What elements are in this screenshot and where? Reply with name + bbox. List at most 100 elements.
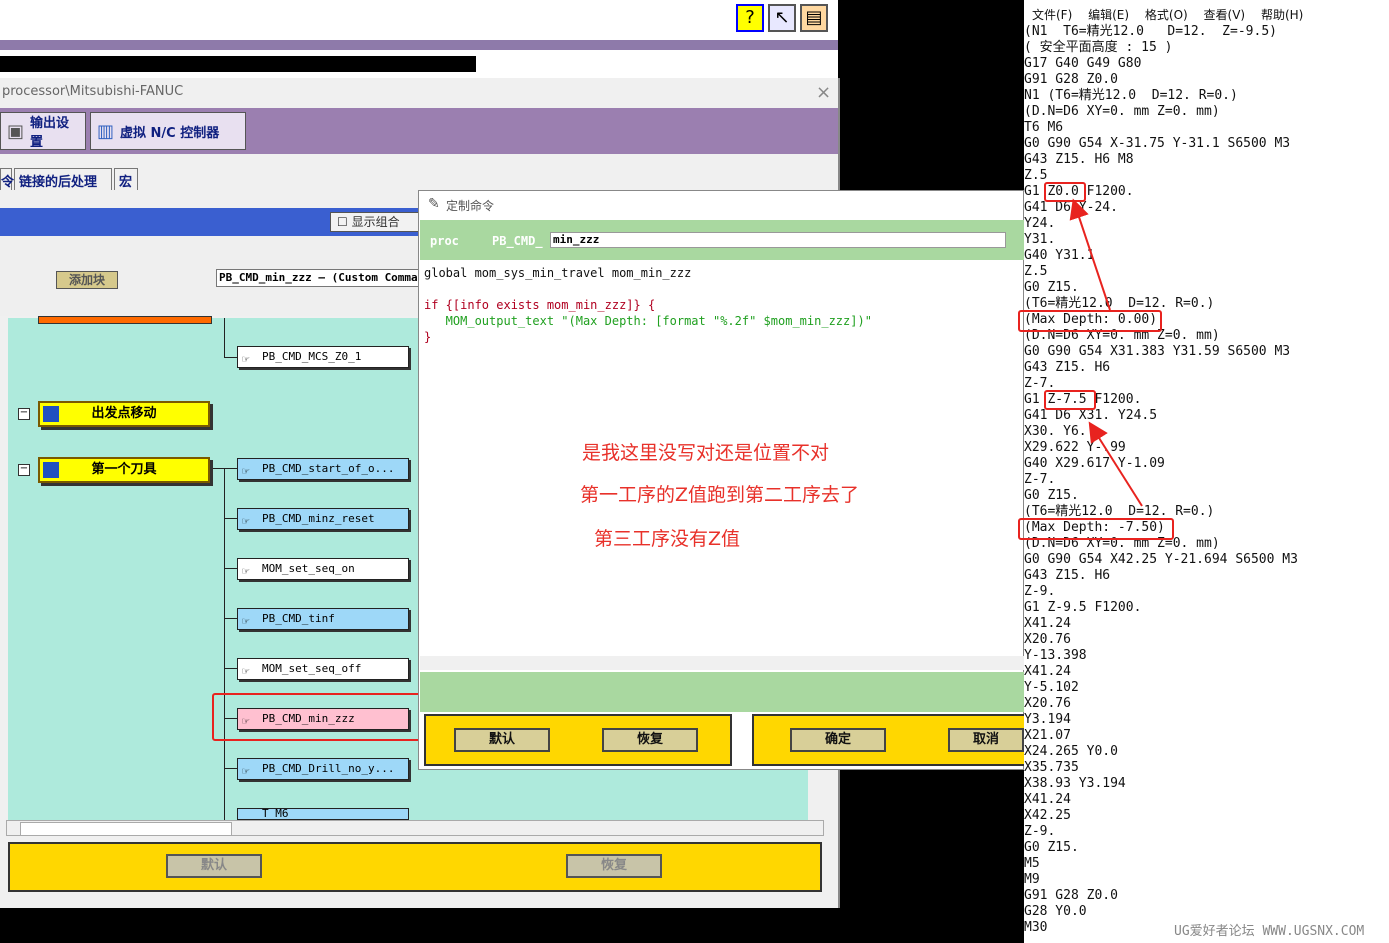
tree-node[interactable]: T_M6 <box>237 808 409 820</box>
nc-line: G43 Z15. H6 M8 <box>1024 152 1134 167</box>
tree-node[interactable]: ☞ PB_CMD_minz_reset <box>237 508 409 530</box>
nc-line: X24.265 Y0.0 <box>1024 744 1118 759</box>
tab-macro[interactable]: 宏 <box>114 168 138 190</box>
proc-name-input[interactable]: min_zzz <box>550 232 1006 248</box>
arrow <box>1088 421 1143 507</box>
nc-line: Z-9. <box>1024 584 1056 599</box>
dialog-horizontal-scrollbar[interactable] <box>420 656 1024 670</box>
menu-bar: 文件(F) 编辑(E) 格式(O) 查看(V) 帮助(H) <box>1024 6 1307 24</box>
book-icon[interactable]: ▤ <box>800 4 828 32</box>
tab-commands[interactable]: 令 <box>0 168 14 190</box>
tree-line <box>224 668 238 669</box>
nc-line: G91 G28 Z0.0 <box>1024 72 1118 87</box>
nc-line: Y-13.398 <box>1024 648 1087 663</box>
output-settings-label: 输出设置 <box>30 116 70 150</box>
nc-line: ( 安全平面高度 : 15 ) <box>1024 40 1173 55</box>
default-button[interactable]: 默认 <box>166 854 262 878</box>
feather-icon: ✎ <box>428 196 440 212</box>
event-first-tool[interactable]: 第一个刀具 <box>38 457 210 483</box>
node-label: PB_CMD_MCS_Z0_1 <box>262 350 362 363</box>
output-settings-button[interactable]: ▣ 输出设置 <box>0 112 86 150</box>
tree-line <box>224 568 238 569</box>
tree-line <box>224 518 238 519</box>
nc-line: G0 Z15. <box>1024 840 1079 855</box>
event-node-partial[interactable] <box>38 316 212 324</box>
hand-icon: ☞ <box>242 464 250 478</box>
hand-icon: ☞ <box>242 614 250 628</box>
nc-line: X35.735 <box>1024 760 1079 775</box>
tree-node[interactable]: ☞ PB_CMD_start_of_o... <box>237 458 409 480</box>
help-question-icon[interactable]: ? <box>736 4 764 32</box>
tree-node[interactable]: ☞ PB_CMD_Drill_no_y... <box>237 758 409 780</box>
tree-node[interactable]: ☞ MOM_set_seq_off <box>237 658 409 680</box>
event-start-move[interactable]: 出发点移动 <box>38 401 210 427</box>
tree-line <box>210 468 238 469</box>
tree-line <box>224 318 225 358</box>
tree-node[interactable]: ☞ PB_CMD_tinf <box>237 608 409 630</box>
nc-line: M9 <box>1024 872 1040 887</box>
tree-line <box>224 618 238 619</box>
nc-line: X41.24 <box>1024 792 1071 807</box>
add-block-button[interactable]: 添加块 <box>56 271 118 289</box>
hand-icon: ☞ <box>242 514 250 528</box>
dialog-footer-bar <box>420 672 1024 712</box>
machine-icon: ▥ <box>97 120 115 142</box>
code-line[interactable]: MOM_output_text "(Max Depth: [format "%.… <box>424 314 872 328</box>
dialog-title: 定制命令 <box>446 199 495 213</box>
menu-format[interactable]: 格式(O) <box>1145 8 1188 22</box>
nc-line: Z-9. <box>1024 824 1056 839</box>
proc-prefix: PB_CMD_ <box>492 234 543 248</box>
node-label: PB_CMD_tinf <box>262 612 335 625</box>
watermark: UG爱好者论坛 WWW.UGSNX.COM <box>1174 924 1365 939</box>
highlight-box <box>212 693 424 741</box>
dialog-restore-button[interactable]: 恢复 <box>602 728 698 752</box>
menu-file[interactable]: 文件(F) <box>1032 8 1072 22</box>
tree-node[interactable]: ☞ MOM_set_seq_on <box>237 558 409 580</box>
whats-this-icon[interactable]: ↖ <box>768 4 796 32</box>
close-icon[interactable]: × <box>816 82 831 103</box>
restore-button[interactable]: 恢复 <box>566 854 662 878</box>
menu-help[interactable]: 帮助(H) <box>1261 8 1303 22</box>
event-label: 出发点移动 <box>91 406 157 421</box>
tab-linked-posts[interactable]: 链接的后处理 <box>14 168 112 190</box>
nc-line: T6 M6 <box>1024 120 1064 135</box>
nc-line: Y-5.102 <box>1024 680 1079 695</box>
nc-line: X38.93 Y3.194 <box>1024 776 1126 791</box>
arrow <box>1069 198 1111 311</box>
nc-line: X20.76 <box>1024 696 1071 711</box>
code-line[interactable]: if {[info exists mom_min_zzz]} { <box>424 298 655 312</box>
nc-line: G0 G90 G54 X-31.75 Y-31.1 S6500 M3 <box>1024 136 1291 151</box>
virtual-nc-button[interactable]: ▥ 虚拟 N/C 控制器 <box>90 112 246 150</box>
tree-line <box>224 357 238 358</box>
selected-command-field[interactable]: PB_CMD_min_zzz — (Custom Command) <box>216 269 420 287</box>
nc-line: N1 (T6=精光12.0 D=12. R=0.) <box>1024 88 1238 103</box>
collapse-icon[interactable]: − <box>18 408 30 420</box>
virtual-nc-label: 虚拟 N/C 控制器 <box>120 125 220 141</box>
printer-icon: ▣ <box>7 120 25 142</box>
progress-bar <box>0 56 476 72</box>
event-icon <box>43 462 59 478</box>
tree-node-mcs-z0[interactable]: ☞ PB_CMD_MCS_Z0_1 <box>237 346 409 368</box>
dialog-default-button[interactable]: 默认 <box>454 728 550 752</box>
code-line[interactable]: global mom_sys_min_travel mom_min_zzz <box>424 266 691 280</box>
nc-line: G28 Y0.0 <box>1024 904 1087 919</box>
menu-edit[interactable]: 编辑(E) <box>1088 8 1129 22</box>
nc-line: M5 <box>1024 856 1040 871</box>
nc-line: X41.24 <box>1024 664 1071 679</box>
menu-view[interactable]: 查看(V) <box>1204 8 1246 22</box>
hand-icon: ☞ <box>242 352 250 366</box>
annotation-arrows <box>1069 198 1143 507</box>
nc-line: X21.07 <box>1024 728 1071 743</box>
dialog-ok-button[interactable]: 确定 <box>790 728 886 752</box>
nc-line: G43 Z15. H6 <box>1024 568 1111 583</box>
show-combo-checkbox[interactable]: ☐ 显示组合 <box>330 212 422 232</box>
scroll-thumb[interactable] <box>20 822 232 836</box>
collapse-icon[interactable]: − <box>18 464 30 476</box>
annotation-text: 第三工序没有Z值 <box>594 528 741 550</box>
code-line[interactable]: } <box>424 330 431 344</box>
node-label: MOM_set_seq_off <box>262 662 362 675</box>
nc-line: X20.76 <box>1024 632 1071 647</box>
dialog-cancel-button[interactable]: 取消 <box>948 728 1024 752</box>
hand-icon: ☞ <box>242 664 250 678</box>
hand-icon: ☞ <box>242 764 250 778</box>
